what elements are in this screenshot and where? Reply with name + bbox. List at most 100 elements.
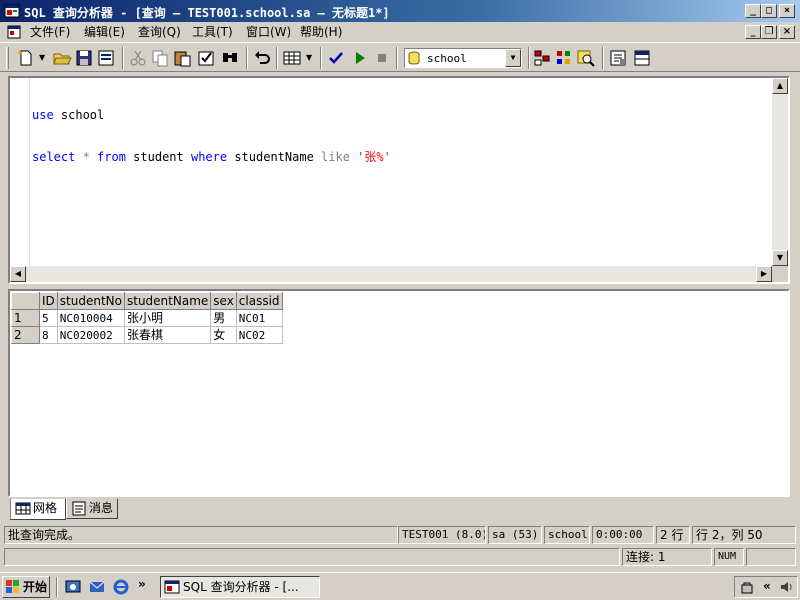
status-server: TEST001 (8.0) — [398, 526, 486, 544]
maximize-button[interactable]: □ — [761, 4, 777, 18]
toolbar-grip[interactable] — [6, 47, 9, 69]
column-header-classid[interactable]: classid — [235, 292, 283, 310]
undo-icon[interactable] — [252, 48, 272, 68]
editor-vertical-scrollbar[interactable]: ▲ ▼ — [772, 78, 788, 266]
show-desktop-icon[interactable] — [64, 578, 82, 596]
start-button[interactable]: 开始 — [2, 576, 50, 598]
column-header-id[interactable]: ID — [39, 292, 58, 310]
outlook-icon[interactable] — [88, 578, 106, 596]
grid-icon — [15, 502, 31, 515]
insert-template-icon[interactable] — [96, 48, 116, 68]
internet-explorer-icon[interactable] — [112, 578, 130, 596]
copy-icon[interactable] — [150, 48, 170, 68]
column-header-studentname[interactable]: studentName — [123, 292, 212, 310]
taskbar-item-query-analyzer[interactable]: SQL 查询分析器 - [... — [160, 576, 320, 598]
show-results-pane-icon[interactable] — [632, 48, 652, 68]
parse-check-icon[interactable] — [326, 48, 346, 68]
cell-id[interactable]: 5 — [39, 309, 58, 327]
row-number[interactable]: 1 — [11, 309, 40, 327]
object-browser-icon[interactable] — [554, 48, 574, 68]
editor-margin — [10, 78, 30, 268]
cell-studentname[interactable]: 张小明 — [123, 309, 212, 327]
sql-server-agent-icon[interactable] — [739, 579, 755, 595]
scroll-up-icon[interactable]: ▲ — [772, 78, 788, 94]
column-header-sex[interactable]: sex — [210, 292, 237, 310]
status-connections: 连接: 1 — [622, 548, 712, 566]
tray-expand-icon[interactable]: « — [763, 579, 771, 593]
new-query-icon[interactable] — [16, 48, 36, 68]
cell-studentname[interactable]: 张春棋 — [123, 326, 212, 344]
mdi-minimize-button[interactable]: _ — [745, 25, 761, 39]
quicklaunch-more[interactable]: » — [138, 577, 146, 591]
document-icon[interactable] — [6, 24, 22, 40]
menu-edit[interactable]: 编辑(E) — [80, 24, 129, 40]
cell-studentno[interactable]: NC020002 — [56, 326, 125, 344]
cell-sex[interactable]: 女 — [210, 326, 237, 344]
taskbar-separator — [56, 577, 58, 597]
menu-file[interactable]: 文件(F) — [26, 24, 74, 40]
keyword: use — [32, 108, 54, 122]
code-operator: * — [75, 150, 98, 164]
results-dropdown-icon[interactable]: ▼ — [306, 53, 312, 62]
cell-classid[interactable]: NC02 — [235, 326, 283, 344]
volume-icon[interactable] — [779, 579, 795, 595]
scroll-left-icon[interactable]: ◀ — [10, 266, 26, 282]
close-button[interactable]: × — [779, 4, 795, 18]
menu-window[interactable]: 窗口(W) — [242, 24, 295, 40]
scroll-right-icon[interactable]: ▶ — [756, 266, 772, 282]
tab-grid-label: 网格 — [33, 501, 58, 515]
paste-icon[interactable] — [172, 48, 192, 68]
clear-window-icon[interactable] — [196, 48, 216, 68]
execute-icon[interactable] — [350, 48, 370, 68]
stop-icon[interactable] — [372, 48, 392, 68]
cut-icon[interactable] — [128, 48, 148, 68]
column-header-studentno[interactable]: studentNo — [56, 292, 125, 310]
properties-icon[interactable] — [608, 48, 628, 68]
grid-corner[interactable] — [11, 292, 40, 310]
status-database: school — [544, 526, 590, 544]
table-row[interactable]: 1 5 NC010004 张小明 男 NC01 — [11, 309, 283, 327]
open-folder-icon[interactable] — [52, 48, 72, 68]
tab-grid[interactable]: 网格 — [10, 499, 66, 520]
taskbar: 开始 » SQL 查询分析器 - [... « — [0, 572, 800, 600]
status-user: sa (53) — [488, 526, 542, 544]
mdi-close-button[interactable]: × — [779, 25, 795, 39]
table-row[interactable]: 2 8 NC020002 张春棋 女 NC02 — [11, 326, 283, 344]
tab-messages[interactable]: 消息 — [66, 499, 118, 519]
toolbar-separator — [276, 47, 278, 69]
database-icon — [408, 51, 420, 65]
sql-code[interactable]: use school select * from student where s… — [32, 80, 391, 192]
scroll-down-icon[interactable]: ▼ — [772, 250, 788, 266]
query-analyzer-icon — [4, 4, 20, 18]
cell-classid[interactable]: NC01 — [235, 309, 283, 327]
menu-help[interactable]: 帮助(H) — [296, 24, 346, 40]
title-bar[interactable]: SQL 查询分析器 - [查询 — TEST001.school.sa — 无标… — [0, 0, 800, 22]
menu-query[interactable]: 查询(Q) — [134, 24, 185, 40]
cell-studentno[interactable]: NC010004 — [56, 309, 125, 327]
toolbar-separator — [396, 47, 398, 69]
cell-sex[interactable]: 男 — [210, 309, 237, 327]
editor-horizontal-scrollbar[interactable]: ◀ ▶ — [10, 266, 772, 282]
results-grid-icon[interactable] — [282, 48, 302, 68]
save-icon[interactable] — [74, 48, 94, 68]
minimize-button[interactable]: _ — [745, 4, 761, 18]
menu-tools[interactable]: 工具(T) — [188, 24, 237, 40]
display-plan-icon[interactable] — [532, 48, 552, 68]
results-pane[interactable]: ID studentNo studentName sex classid 1 5… — [8, 289, 790, 497]
new-dropdown-icon[interactable]: ▼ — [39, 53, 45, 62]
find-icon[interactable] — [220, 48, 240, 68]
mdi-restore-button[interactable]: ❐ — [761, 25, 777, 39]
results-grid[interactable]: ID studentNo studentName sex classid 1 5… — [11, 292, 283, 344]
keyword: where — [190, 150, 228, 164]
object-search-icon[interactable] — [576, 48, 596, 68]
code-operator: like — [321, 150, 350, 164]
cell-id[interactable]: 8 — [39, 326, 58, 344]
database-name: school — [427, 52, 467, 65]
query-editor[interactable]: use school select * from student where s… — [8, 76, 790, 284]
keyword: from — [97, 150, 126, 164]
keyword: select — [32, 150, 76, 164]
messages-icon — [72, 501, 86, 516]
database-dropdown-icon[interactable]: ▼ — [505, 49, 521, 67]
row-number[interactable]: 2 — [11, 326, 40, 344]
database-select[interactable]: school ▼ — [404, 48, 522, 68]
